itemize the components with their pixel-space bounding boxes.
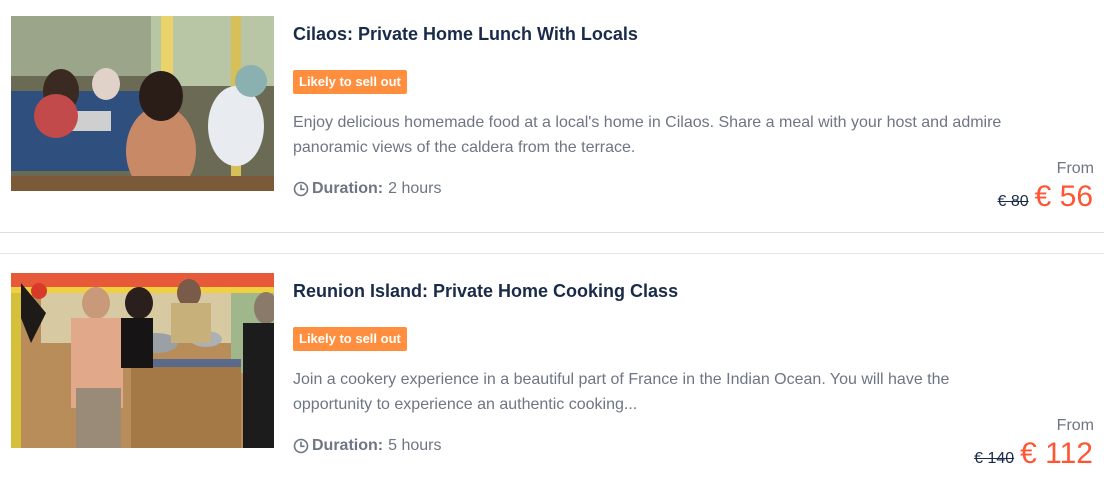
price-from-label: From [1056,160,1094,177]
activity-title[interactable]: Reunion Island: Private Home Cooking Cla… [293,281,678,302]
duration-value: 5 hours [388,437,442,454]
duration-label: Duration: [312,180,384,197]
duration-value: 2 hours [388,180,442,197]
activity-card[interactable]: Cilaos: Private Home Lunch With Locals L… [0,0,1104,225]
activity-description: Enjoy delicious homemade food at a local… [293,114,1002,156]
clock-icon [293,181,309,197]
original-price: € 140 [974,450,1015,467]
clock-icon [293,438,309,454]
cooking-class-photo [11,273,274,448]
activity-title[interactable]: Cilaos: Private Home Lunch With Locals [293,24,638,45]
duration-label: Duration: [312,437,384,454]
current-price: € 112 [1020,437,1093,470]
activity-card[interactable]: Reunion Island: Private Home Cooking Cla… [0,257,1104,482]
activity-duration: Duration: 5 hours [293,435,441,457]
original-price: € 80 [997,193,1029,210]
price: € 80 € 56 [997,180,1093,220]
activity-description: Join a cookery experience in a beautiful… [293,371,950,413]
activity-duration: Duration: 2 hours [293,178,441,200]
activity-photo[interactable] [11,16,274,191]
activity-photo[interactable] [11,273,274,448]
price-from-label: From [1056,417,1094,434]
lunch-photo [11,16,274,191]
card-divider [0,232,1104,254]
current-price: € 56 [1034,180,1093,213]
likely-to-sell-out-badge: Likely to sell out [293,70,407,94]
likely-to-sell-out-badge: Likely to sell out [293,327,407,351]
activity-list: Cilaos: Private Home Lunch With Locals L… [0,0,1104,484]
price: € 140 € 112 [974,437,1093,477]
